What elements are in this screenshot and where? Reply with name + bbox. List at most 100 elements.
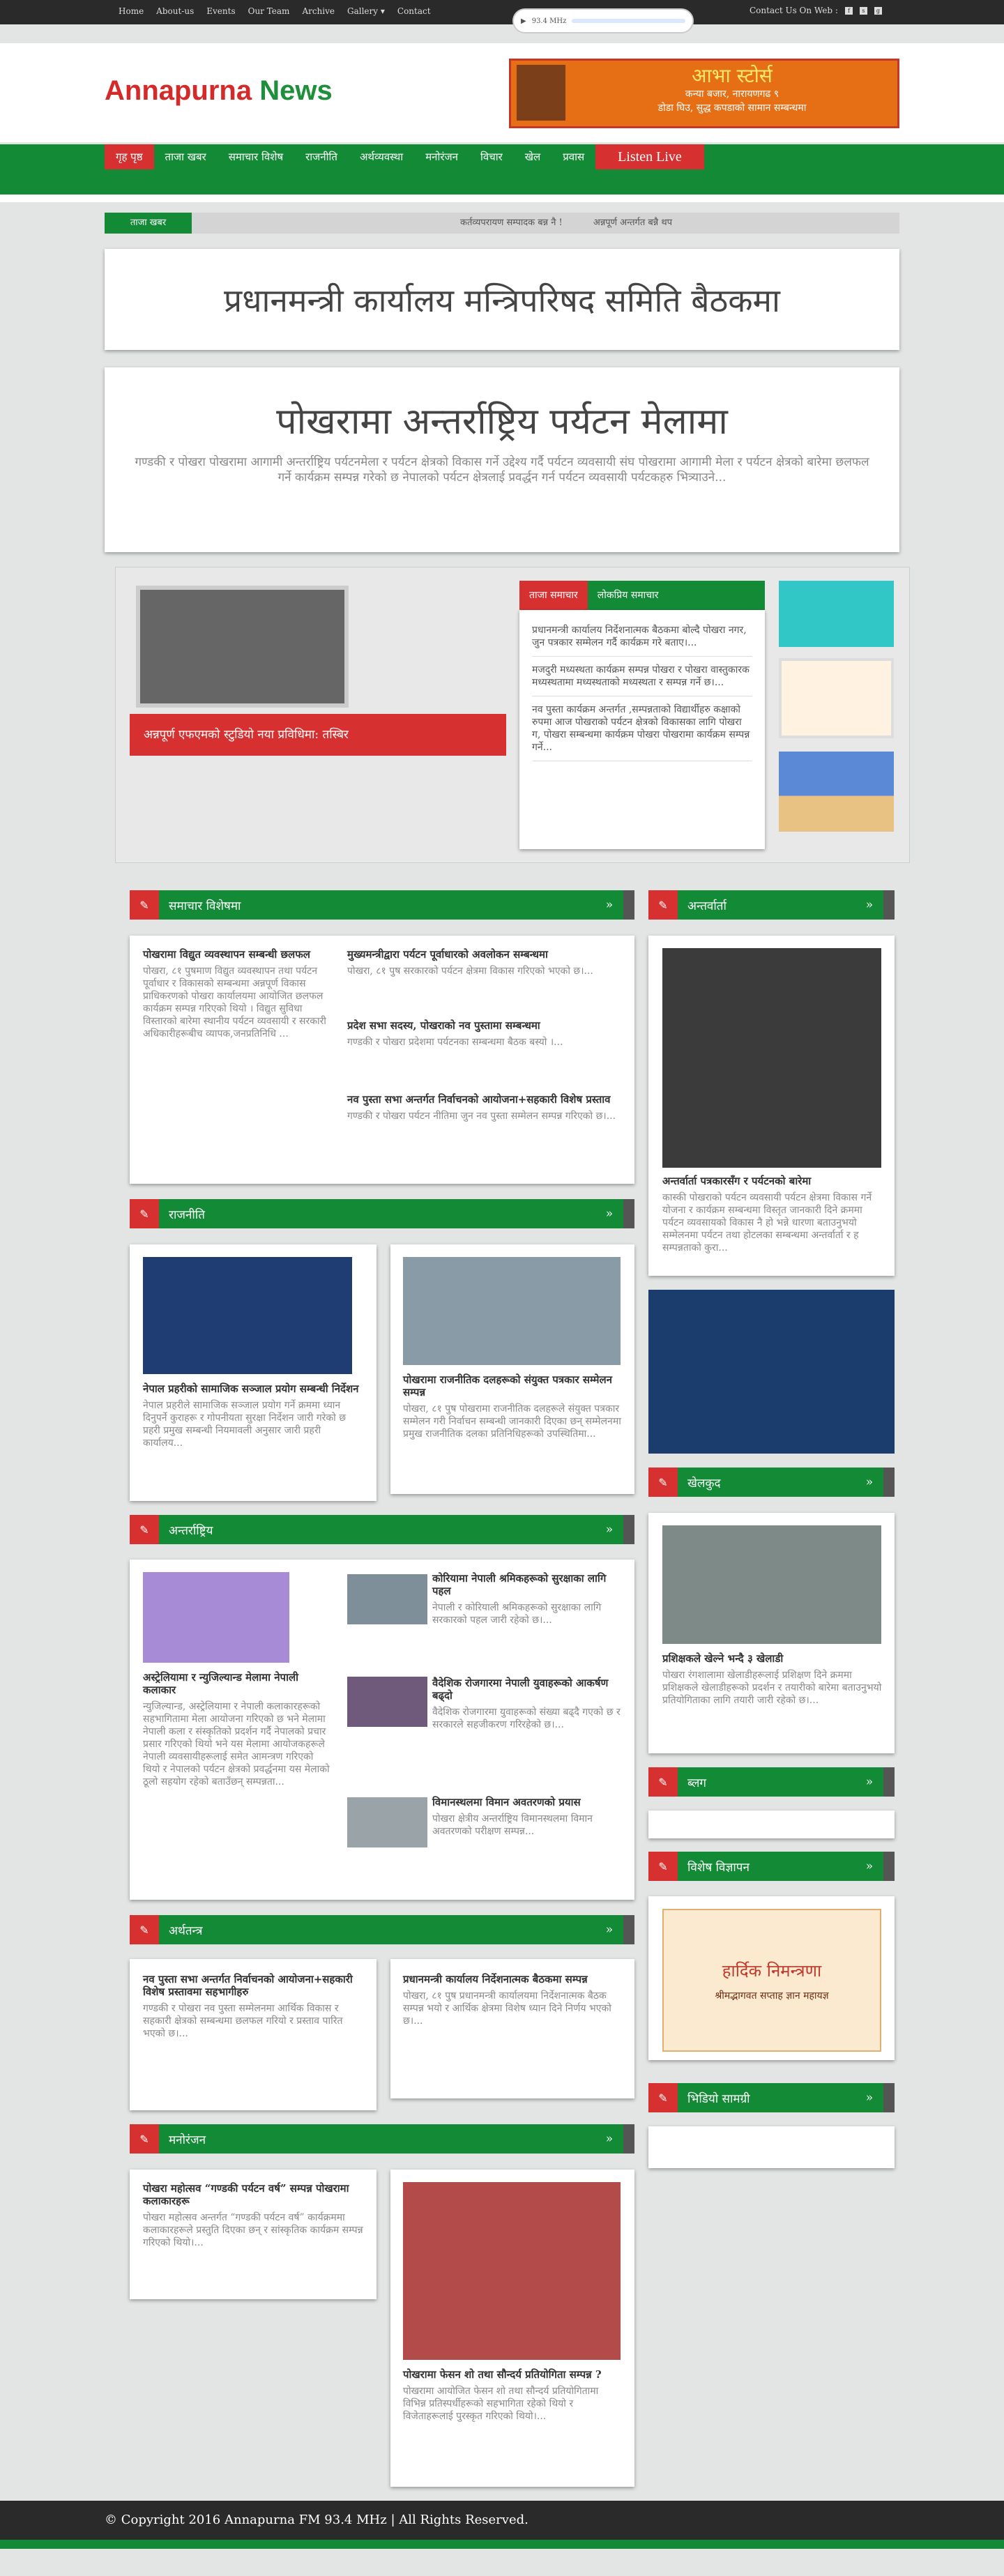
volume-bar[interactable] [572,19,685,23]
post-title[interactable]: नव पुस्ता सभा अन्तर्गत निर्वाचनको आयोजना… [143,1973,365,1998]
list-item[interactable]: नव पुस्ता कार्यक्रम अन्तर्गत ,सम्पन्नताक… [532,696,752,761]
thumb-image[interactable] [347,1797,427,1847]
header-ad[interactable]: आभा स्टोर्स कन्या बजार, नारायणगढ ९ डोडा … [509,59,899,128]
mountain-image[interactable] [648,1290,895,1454]
section-sidead-header[interactable]: ✎ विशेष विज्ञापन » [648,1852,895,1881]
post-title[interactable]: पोखरामा फेसन शो तथा सौन्दर्य प्रतियोगिता… [403,2368,623,2381]
interview-post[interactable]: अन्तर्वार्ता पत्रकारसँग र पर्यटनको बारेम… [662,1175,882,1254]
side-ad-landscape[interactable] [779,752,894,832]
section-politics-header[interactable]: ✎ राजनीति » [130,1199,634,1228]
nav-gallery[interactable]: Gallery ▾ [347,6,385,16]
sports-photo[interactable] [662,1525,881,1644]
headline-banner[interactable]: प्रधानमन्त्री कार्यालय मन्त्रिपरिषद समित… [105,249,899,350]
post-title[interactable]: प्रधानमन्त्री कार्यालय निर्देशनात्मक बैठ… [403,1973,623,1986]
tab-popular[interactable]: लोकप्रिय समाचार [587,581,765,610]
international-main[interactable]: अस्ट्रेलियामा र न्युजिल्यान्ड मेलामा नेप… [143,1671,331,1788]
side-ad-teal[interactable] [779,581,894,647]
sports-post[interactable]: प्रशिक्षकले खेल्ने भन्दै ३ खेलाडी पोखरा … [662,1652,882,1707]
ticker-item[interactable]: कर्तव्यपरायण सम्पादक बन्न नै ! [460,218,563,228]
chevron-right-icon[interactable]: » [855,898,883,912]
special-item[interactable]: मुख्यमन्त्रीद्वारा पर्यटन पूर्वाधारको अव… [347,948,623,977]
international-item[interactable]: विमानस्थलमा विमान अवतरणको प्रयास पोखरा क… [432,1796,623,1838]
post-title[interactable]: प्रशिक्षकले खेल्ने भन्दै ३ खेलाडी [662,1652,882,1665]
interview-photo[interactable] [662,948,881,1168]
ticker-item[interactable]: अन्नपूर्ण अन्तर्गत बन्नै थप [593,218,672,228]
economy-post[interactable]: प्रधानमन्त्री कार्यालय निर्देशनात्मक बैठ… [403,1973,623,2027]
chevron-right-icon[interactable]: » [595,1207,623,1221]
nav-home[interactable]: Home [119,6,144,16]
list-item[interactable]: मजदुरी मध्यस्थता कार्यक्रम सम्पन्न पोखरा… [532,657,752,696]
section-sports-header[interactable]: ✎ खेलकुद » [648,1468,895,1497]
site-logo[interactable]: Annapurna News [105,75,333,107]
side-ad-invite[interactable] [779,658,894,738]
skype-icon[interactable]: s [859,6,867,15]
section-entertainment-header[interactable]: ✎ मनोरंजन » [130,2124,634,2154]
post-title[interactable]: अस्ट्रेलियामा र न्युजिल्यान्ड मेलामा नेप… [143,1671,331,1696]
politics-post[interactable]: नेपाल प्रहरीको सामाजिक सञ्जाल प्रयोग सम्… [143,1382,363,1449]
google-icon[interactable]: g [874,6,882,15]
facebook-image[interactable] [143,1257,352,1374]
special-item[interactable]: प्रदेश सभा सदस्य, पोखराको नव पुस्तामा सम… [347,1019,623,1049]
post-title[interactable]: प्रदेश सभा सदस्य, पोखराको नव पुस्तामा सम… [347,1019,623,1032]
section-video-header[interactable]: ✎ भिडियो सामग्री » [648,2083,895,2112]
australia-image[interactable] [143,1572,289,1663]
menu-sports[interactable]: खेल [514,144,552,169]
special-item[interactable]: नव पुस्ता सभा अन्तर्गत निर्वाचनको आयोजना… [347,1093,623,1122]
international-item[interactable]: वैदेशिक रोजगारमा नेपाली युवाहरूको आकर्षण… [432,1677,623,1731]
menu-latest[interactable]: ताजा खबर [154,144,218,169]
press-meeting-image[interactable] [403,1257,621,1365]
chevron-right-icon[interactable]: » [855,1475,883,1489]
nav-team[interactable]: Our Team [248,6,290,16]
section-blog-header[interactable]: ✎ ब्लग » [648,1767,895,1797]
lead-title[interactable]: पोखरामा अन्तर्राष्ट्रिय पर्यटन मेलामा [132,395,872,445]
chevron-right-icon[interactable]: » [595,898,623,912]
chevron-right-icon[interactable]: » [855,1859,883,1873]
nav-archive[interactable]: Archive [302,6,335,16]
chevron-right-icon[interactable]: » [855,1775,883,1789]
post-title[interactable]: नव पुस्ता सभा अन्तर्गत निर्वाचनको आयोजना… [347,1093,623,1106]
post-title[interactable]: मुख्यमन्त्रीद्वारा पर्यटन पूर्वाधारको अव… [347,948,623,961]
invitation-ad[interactable]: हार्दिक निमन्त्रणा श्रीमद्भागवत सप्ताह ज… [662,1909,881,2052]
post-title[interactable]: पोखरामा विद्युत व्यवस्थापन सम्बन्धी छलफल [143,948,331,961]
politics-post[interactable]: पोखरामा राजनीतिक दलहरूको संयुक्त पत्रकार… [403,1373,623,1440]
menu-home[interactable]: गृह पृष्ठ [105,144,154,169]
post-title[interactable]: अन्तर्वार्ता पत्रकारसँग र पर्यटनको बारेम… [662,1175,882,1187]
economy-post[interactable]: नव पुस्ता सभा अन्तर्गत निर्वाचनको आयोजना… [143,1973,365,2040]
thumb-image[interactable] [347,1677,427,1727]
special-main[interactable]: पोखरामा विद्युत व्यवस्थापन सम्बन्धी छलफल… [143,948,331,1040]
thumb-image[interactable] [347,1574,427,1624]
section-interview-header[interactable]: ✎ अन्तर्वार्ता » [648,890,895,920]
post-title[interactable]: वैदेशिक रोजगारमा नेपाली युवाहरूको आकर्षण… [432,1677,623,1702]
feature-caption[interactable]: अन्नपूर्ण एफएमको स्टुडियो नया प्रविधिमा:… [130,714,506,756]
listen-live-button[interactable]: Listen Live [595,144,704,169]
list-item[interactable]: प्रधानमन्त्री कार्यालय निर्देशनात्मक बैठ… [532,617,752,657]
section-economy-header[interactable]: ✎ अर्थतन्त्र » [130,1915,634,1944]
section-international-header[interactable]: ✎ अन्तर्राष्ट्रिय » [130,1515,634,1544]
nav-contact[interactable]: Contact [397,6,431,16]
entertainment-post[interactable]: पोखरामा फेसन शो तथा सौन्दर्य प्रतियोगिता… [403,2368,623,2423]
entertainment-post[interactable]: पोखरा महोत्सव “गण्डकी पर्यटन वर्ष” सम्पन… [143,2182,365,2249]
international-item[interactable]: कोरियामा नेपाली श्रमिकहरूको सुरक्षाका ला… [432,1572,623,1626]
nav-about[interactable]: About-us [156,6,194,16]
radio-player[interactable]: ▶ 93.4 MHz [512,8,694,33]
chevron-right-icon[interactable]: » [595,2132,623,2146]
chevron-right-icon[interactable]: » [855,2091,883,2105]
chevron-right-icon[interactable]: » [595,1923,623,1937]
section-special-header[interactable]: ✎ समाचार विशेषमा » [130,890,634,920]
post-title[interactable]: नेपाल प्रहरीको सामाजिक सञ्जाल प्रयोग सम्… [143,1382,363,1395]
menu-politics[interactable]: राजनीति [294,144,349,169]
post-title[interactable]: पोखरामा राजनीतिक दलहरूको संयुक्त पत्रकार… [403,1373,623,1398]
fashion-show-image[interactable] [403,2182,621,2360]
menu-entertainment[interactable]: मनोरंजन [414,144,469,169]
post-title[interactable]: विमानस्थलमा विमान अवतरणको प्रयास [432,1796,623,1808]
nav-events[interactable]: Events [206,6,235,16]
menu-opinion[interactable]: विचार [469,144,514,169]
play-icon[interactable]: ▶ [521,17,526,25]
tab-latest[interactable]: ताजा समाचार [519,581,588,610]
studio-image[interactable] [136,586,349,708]
chevron-right-icon[interactable]: » [595,1523,623,1537]
post-title[interactable]: पोखरा महोत्सव “गण्डकी पर्यटन वर्ष” सम्पन… [143,2182,365,2207]
post-title[interactable]: कोरियामा नेपाली श्रमिकहरूको सुरक्षाका ला… [432,1572,623,1597]
menu-special[interactable]: समाचार विशेष [218,144,294,169]
menu-diaspora[interactable]: प्रवास [552,144,595,169]
